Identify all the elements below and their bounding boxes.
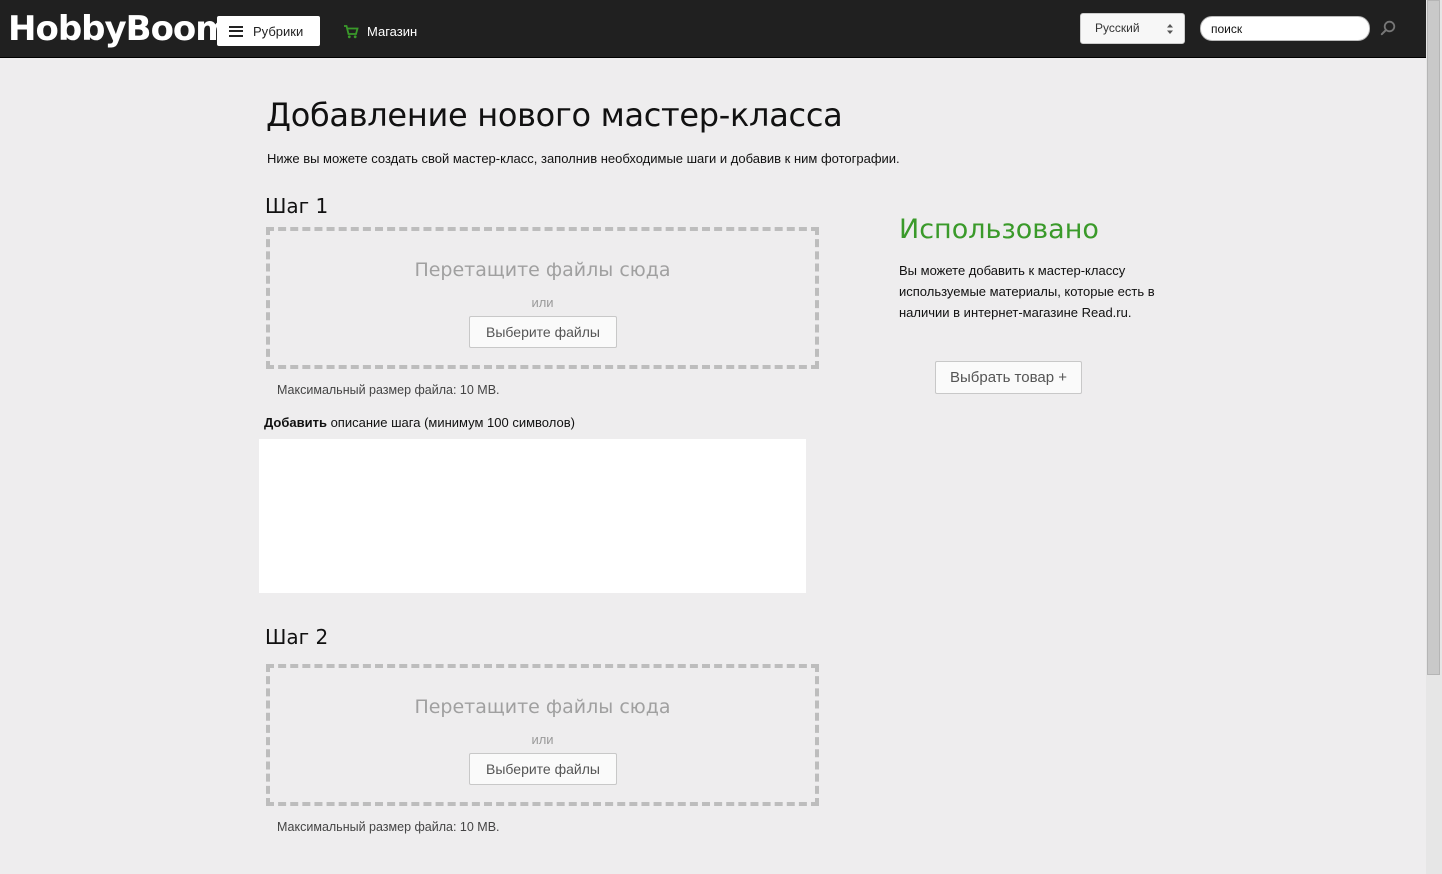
cart-icon [344, 24, 359, 38]
shop-link[interactable]: Магазин [343, 24, 417, 39]
search-input[interactable] [1200, 16, 1370, 41]
step-1-max-size: Максимальный размер файла: 10 MB. [277, 383, 500, 397]
language-select[interactable]: Русский [1080, 13, 1185, 44]
used-materials-text: Вы можете добавить к мастер-классу испол… [899, 263, 1155, 320]
step-description-textarea[interactable] [259, 439, 806, 593]
used-materials-title: Использовано [899, 214, 1099, 245]
page-scrollbar[interactable] [1426, 0, 1442, 874]
choose-product-button[interactable]: Выбрать товар + [935, 361, 1082, 394]
dropzone-or: или [531, 732, 554, 747]
description-label-rest: описание шага (минимум 100 символов) [326, 415, 575, 430]
site-logo[interactable]: HobbyBoom [8, 9, 231, 49]
step-2-max-size: Максимальный размер файла: 10 MB. [277, 820, 500, 834]
language-value: Русский [1095, 21, 1140, 35]
top-navbar: HobbyBoom Рубрики Магазин Русский [0, 0, 1426, 58]
page-subtitle: Ниже вы можете создать свой мастер-класс… [267, 151, 900, 166]
rubrics-button[interactable]: Рубрики [217, 16, 320, 46]
choose-files-button[interactable]: Выберите файлы [469, 753, 617, 785]
rubrics-label: Рубрики [253, 23, 304, 39]
page-title: Добавление нового мастер-класса [266, 96, 843, 134]
menu-icon [229, 25, 243, 37]
step-1-title: Шаг 1 [265, 194, 329, 218]
choose-files-button[interactable]: Выберите файлы [469, 316, 617, 348]
dropzone-or: или [531, 295, 554, 310]
step-2-dropzone[interactable]: Перетащите файлы сюда или Выберите файлы [266, 664, 819, 806]
dropzone-title: Перетащите файлы сюда [414, 259, 671, 281]
step-1-dropzone[interactable]: Перетащите файлы сюда или Выберите файлы [266, 227, 819, 369]
shop-label: Магазин [367, 24, 418, 39]
dropzone-title: Перетащите файлы сюда [414, 696, 671, 718]
step-2-title: Шаг 2 [265, 625, 329, 649]
description-label-bold: Добавить [264, 415, 327, 430]
scrollbar-thumb[interactable] [1427, 0, 1440, 675]
description-label: Добавить описание шага (минимум 100 симв… [264, 415, 575, 430]
select-arrows-icon [1167, 24, 1173, 34]
search-icon[interactable] [1380, 20, 1396, 36]
